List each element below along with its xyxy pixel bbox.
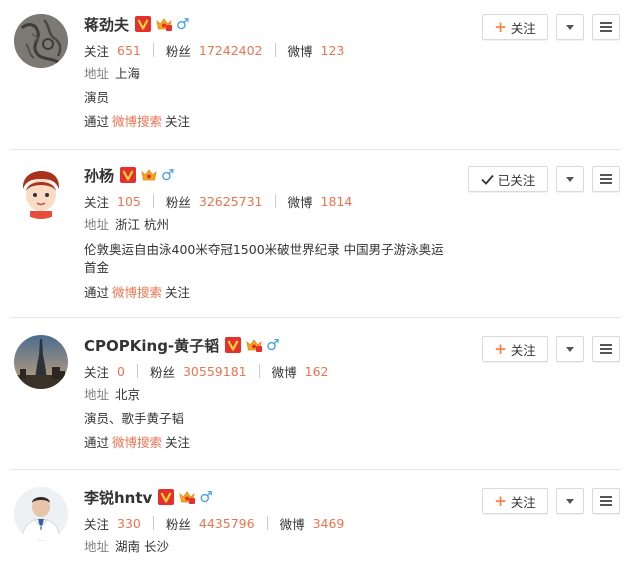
plus-icon: + xyxy=(494,17,507,36)
user-card: 孙杨 ♂ 关注 105 粉丝 32625731 微博 1814 地址 浙江 杭州 伦敦奥… xyxy=(0,151,630,318)
user-description: 演员 xyxy=(84,90,110,105)
check-icon xyxy=(481,174,494,185)
card-divider xyxy=(10,469,620,470)
weibo-search-link[interactable]: 微博搜索 xyxy=(112,285,162,300)
card-divider xyxy=(10,149,620,150)
user-avatar[interactable] xyxy=(14,14,68,68)
via-line: 通过 微博搜索 关注 xyxy=(84,114,191,129)
hamburger-icon xyxy=(600,496,612,506)
vip-crown-icon[interactable] xyxy=(178,489,196,505)
user-name[interactable]: 蒋劲夫 xyxy=(84,14,129,35)
following-stat[interactable]: 关注 105 xyxy=(84,192,141,211)
user-avatar[interactable] xyxy=(14,335,68,389)
follow-button[interactable]: + 关注 xyxy=(482,488,548,514)
hamburger-icon xyxy=(600,174,612,184)
follow-button[interactable]: + 关注 xyxy=(482,336,548,362)
following-stat[interactable]: 关注 651 xyxy=(84,41,141,60)
stat-divider xyxy=(274,194,276,208)
dropdown-button[interactable] xyxy=(556,336,584,362)
address-line: 地址 浙江 杭州 xyxy=(84,217,169,232)
followers-stat[interactable]: 粉丝 32625731 xyxy=(166,192,263,211)
address-line: 地址 上海 xyxy=(84,66,141,81)
address-line: 地址 北京 xyxy=(84,387,141,402)
verified-v-icon xyxy=(158,489,175,505)
user-card: 李锐hntv ♂ 关注 330 粉丝 4435796 微博 3469 地址 湖南 长沙 … xyxy=(0,471,630,565)
verified-v-icon xyxy=(120,167,137,183)
vip-crown-icon[interactable] xyxy=(245,337,263,353)
avatar-cartoon-icon xyxy=(14,165,68,219)
followers-stat[interactable]: 粉丝 30559181 xyxy=(150,362,247,381)
user-card: 蒋劲夫 ♂ 关注 651 粉丝 17242402 微博 123 地址 上海 演员 通过微… xyxy=(0,0,630,150)
plus-icon: + xyxy=(494,339,507,358)
menu-button[interactable] xyxy=(592,488,620,514)
vip-crown-icon[interactable] xyxy=(155,16,173,32)
male-icon: ♂ xyxy=(199,487,213,506)
followers-stat[interactable]: 粉丝 4435796 xyxy=(166,514,255,533)
dropdown-button[interactable] xyxy=(556,488,584,514)
stat-divider xyxy=(258,364,260,378)
via-line: 通过 微博搜索 关注 xyxy=(84,435,191,450)
user-avatar[interactable] xyxy=(14,487,68,541)
hamburger-icon xyxy=(600,22,612,32)
posts-stat[interactable]: 微博 123 xyxy=(288,41,345,60)
user-description: 演员、歌手黄子韬 xyxy=(84,411,185,426)
male-icon: ♂ xyxy=(161,165,175,184)
posts-stat[interactable]: 微博 3469 xyxy=(280,514,345,533)
menu-button[interactable] xyxy=(592,166,620,192)
male-icon: ♂ xyxy=(176,14,190,33)
card-divider xyxy=(10,317,620,318)
vip-crown-icon[interactable] xyxy=(140,167,158,183)
stat-divider xyxy=(152,516,154,530)
menu-button[interactable] xyxy=(592,14,620,40)
following-stat[interactable]: 关注 0 xyxy=(84,362,125,381)
stat-divider xyxy=(152,43,154,57)
followers-stat[interactable]: 粉丝 17242402 xyxy=(166,41,263,60)
caret-down-icon xyxy=(566,176,574,182)
address-line: 地址 湖南 长沙 xyxy=(84,539,169,554)
user-card: CPOPKing-黄子韬 ♂ 关注 0 粉丝 30559181 微博 162 地址 北京… xyxy=(0,319,630,470)
caret-down-icon xyxy=(566,498,574,504)
posts-stat[interactable]: 微博 162 xyxy=(272,362,329,381)
male-icon: ♂ xyxy=(266,335,280,354)
user-name[interactable]: CPOPKing-黄子韬 xyxy=(84,335,219,356)
posts-stat[interactable]: 微博 1814 xyxy=(288,192,353,211)
stat-divider xyxy=(266,516,268,530)
following-stat[interactable]: 关注 330 xyxy=(84,514,141,533)
caret-down-icon xyxy=(566,24,574,30)
user-name[interactable]: 李锐hntv xyxy=(84,487,152,508)
caret-down-icon xyxy=(566,346,574,352)
dropdown-button[interactable] xyxy=(556,166,584,192)
avatar-tower-icon xyxy=(14,335,68,389)
weibo-search-link[interactable]: 微博搜索 xyxy=(112,114,162,129)
verified-v-icon xyxy=(225,337,242,353)
dropdown-button[interactable] xyxy=(556,14,584,40)
plus-icon: + xyxy=(494,491,507,510)
stat-divider xyxy=(152,194,154,208)
via-line: 通过 微博搜索 关注 xyxy=(84,285,191,300)
avatar-tattoo-icon xyxy=(14,14,68,68)
hamburger-icon xyxy=(600,344,612,354)
avatar-person-icon xyxy=(14,487,68,541)
verified-v-icon xyxy=(135,16,152,32)
user-avatar[interactable] xyxy=(14,165,68,219)
weibo-search-link[interactable]: 微博搜索 xyxy=(112,435,162,450)
stat-divider xyxy=(136,364,138,378)
stat-divider xyxy=(274,43,276,57)
menu-button[interactable] xyxy=(592,336,620,362)
follow-button[interactable]: + 关注 xyxy=(482,14,548,40)
user-name[interactable]: 孙杨 xyxy=(84,165,114,186)
followed-button[interactable]: 已关注 xyxy=(468,166,548,192)
user-list: 蒋劲夫 ♂ 关注 651 粉丝 17242402 微博 123 地址 上海 演员 通过微… xyxy=(0,0,630,565)
user-description: 伦敦奥运自由泳400米夺冠1500米破世界纪录 中国男子游泳奥运首金 xyxy=(84,242,444,275)
